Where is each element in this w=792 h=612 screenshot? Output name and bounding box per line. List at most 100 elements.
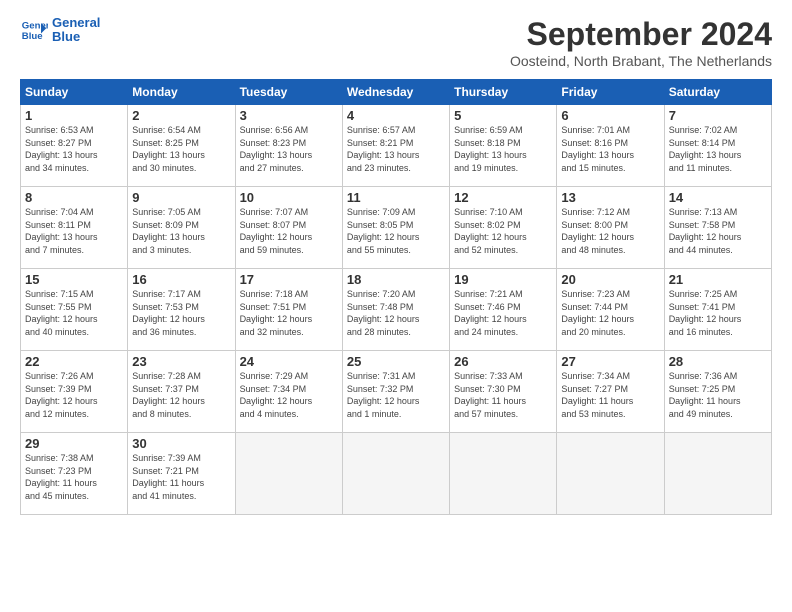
- day-number: 1: [25, 108, 123, 123]
- day-number: 9: [132, 190, 230, 205]
- calendar-cell: 26Sunrise: 7:33 AM Sunset: 7:30 PM Dayli…: [450, 351, 557, 433]
- day-info: Sunrise: 7:38 AM Sunset: 7:23 PM Dayligh…: [25, 452, 123, 502]
- calendar-week-row: 22Sunrise: 7:26 AM Sunset: 7:39 PM Dayli…: [21, 351, 772, 433]
- calendar-header: SundayMondayTuesdayWednesdayThursdayFrid…: [21, 80, 772, 105]
- calendar-cell: 2Sunrise: 6:54 AM Sunset: 8:25 PM Daylig…: [128, 105, 235, 187]
- day-info: Sunrise: 7:29 AM Sunset: 7:34 PM Dayligh…: [240, 370, 338, 420]
- calendar-cell: 20Sunrise: 7:23 AM Sunset: 7:44 PM Dayli…: [557, 269, 664, 351]
- day-info: Sunrise: 7:15 AM Sunset: 7:55 PM Dayligh…: [25, 288, 123, 338]
- weekday-header: Friday: [557, 80, 664, 105]
- day-info: Sunrise: 7:26 AM Sunset: 7:39 PM Dayligh…: [25, 370, 123, 420]
- day-info: Sunrise: 7:07 AM Sunset: 8:07 PM Dayligh…: [240, 206, 338, 256]
- logo-line1: General: [52, 16, 100, 30]
- calendar-cell: [450, 433, 557, 515]
- logo-line2: Blue: [52, 30, 100, 44]
- weekday-header: Sunday: [21, 80, 128, 105]
- day-info: Sunrise: 7:31 AM Sunset: 7:32 PM Dayligh…: [347, 370, 445, 420]
- day-number: 28: [669, 354, 767, 369]
- day-number: 25: [347, 354, 445, 369]
- calendar-cell: 6Sunrise: 7:01 AM Sunset: 8:16 PM Daylig…: [557, 105, 664, 187]
- calendar-cell: 3Sunrise: 6:56 AM Sunset: 8:23 PM Daylig…: [235, 105, 342, 187]
- day-info: Sunrise: 7:01 AM Sunset: 8:16 PM Dayligh…: [561, 124, 659, 174]
- day-info: Sunrise: 7:39 AM Sunset: 7:21 PM Dayligh…: [132, 452, 230, 502]
- calendar-week-row: 29Sunrise: 7:38 AM Sunset: 7:23 PM Dayli…: [21, 433, 772, 515]
- weekday-row: SundayMondayTuesdayWednesdayThursdayFrid…: [21, 80, 772, 105]
- day-info: Sunrise: 7:04 AM Sunset: 8:11 PM Dayligh…: [25, 206, 123, 256]
- day-number: 15: [25, 272, 123, 287]
- calendar-cell: 19Sunrise: 7:21 AM Sunset: 7:46 PM Dayli…: [450, 269, 557, 351]
- day-info: Sunrise: 7:36 AM Sunset: 7:25 PM Dayligh…: [669, 370, 767, 420]
- calendar-body: 1Sunrise: 6:53 AM Sunset: 8:27 PM Daylig…: [21, 105, 772, 515]
- day-info: Sunrise: 7:17 AM Sunset: 7:53 PM Dayligh…: [132, 288, 230, 338]
- day-number: 18: [347, 272, 445, 287]
- calendar-cell: 29Sunrise: 7:38 AM Sunset: 7:23 PM Dayli…: [21, 433, 128, 515]
- logo-icon: General Blue: [20, 16, 48, 44]
- day-info: Sunrise: 7:25 AM Sunset: 7:41 PM Dayligh…: [669, 288, 767, 338]
- calendar-cell: 13Sunrise: 7:12 AM Sunset: 8:00 PM Dayli…: [557, 187, 664, 269]
- calendar-cell: 25Sunrise: 7:31 AM Sunset: 7:32 PM Dayli…: [342, 351, 449, 433]
- day-number: 11: [347, 190, 445, 205]
- calendar-cell: 17Sunrise: 7:18 AM Sunset: 7:51 PM Dayli…: [235, 269, 342, 351]
- calendar-cell: 9Sunrise: 7:05 AM Sunset: 8:09 PM Daylig…: [128, 187, 235, 269]
- day-number: 17: [240, 272, 338, 287]
- day-info: Sunrise: 7:09 AM Sunset: 8:05 PM Dayligh…: [347, 206, 445, 256]
- day-number: 3: [240, 108, 338, 123]
- day-number: 16: [132, 272, 230, 287]
- day-info: Sunrise: 6:54 AM Sunset: 8:25 PM Dayligh…: [132, 124, 230, 174]
- header: General Blue General Blue September 2024…: [20, 16, 772, 69]
- day-info: Sunrise: 7:34 AM Sunset: 7:27 PM Dayligh…: [561, 370, 659, 420]
- day-number: 20: [561, 272, 659, 287]
- day-number: 14: [669, 190, 767, 205]
- weekday-header: Thursday: [450, 80, 557, 105]
- calendar-cell: 28Sunrise: 7:36 AM Sunset: 7:25 PM Dayli…: [664, 351, 771, 433]
- calendar-cell: 15Sunrise: 7:15 AM Sunset: 7:55 PM Dayli…: [21, 269, 128, 351]
- svg-text:Blue: Blue: [22, 31, 43, 42]
- day-number: 29: [25, 436, 123, 451]
- day-number: 5: [454, 108, 552, 123]
- calendar-cell: [342, 433, 449, 515]
- calendar-cell: 23Sunrise: 7:28 AM Sunset: 7:37 PM Dayli…: [128, 351, 235, 433]
- calendar-cell: 8Sunrise: 7:04 AM Sunset: 8:11 PM Daylig…: [21, 187, 128, 269]
- day-number: 4: [347, 108, 445, 123]
- calendar-cell: 5Sunrise: 6:59 AM Sunset: 8:18 PM Daylig…: [450, 105, 557, 187]
- day-info: Sunrise: 7:05 AM Sunset: 8:09 PM Dayligh…: [132, 206, 230, 256]
- calendar-cell: 4Sunrise: 6:57 AM Sunset: 8:21 PM Daylig…: [342, 105, 449, 187]
- weekday-header: Monday: [128, 80, 235, 105]
- day-info: Sunrise: 6:53 AM Sunset: 8:27 PM Dayligh…: [25, 124, 123, 174]
- calendar-week-row: 15Sunrise: 7:15 AM Sunset: 7:55 PM Dayli…: [21, 269, 772, 351]
- day-info: Sunrise: 6:59 AM Sunset: 8:18 PM Dayligh…: [454, 124, 552, 174]
- weekday-header: Wednesday: [342, 80, 449, 105]
- day-number: 7: [669, 108, 767, 123]
- day-number: 23: [132, 354, 230, 369]
- day-number: 13: [561, 190, 659, 205]
- weekday-header: Tuesday: [235, 80, 342, 105]
- day-info: Sunrise: 7:20 AM Sunset: 7:48 PM Dayligh…: [347, 288, 445, 338]
- day-info: Sunrise: 7:13 AM Sunset: 7:58 PM Dayligh…: [669, 206, 767, 256]
- day-number: 2: [132, 108, 230, 123]
- calendar-page: General Blue General Blue September 2024…: [0, 0, 792, 612]
- title-block: September 2024 Oosteind, North Brabant, …: [510, 16, 772, 69]
- day-number: 21: [669, 272, 767, 287]
- day-info: Sunrise: 7:21 AM Sunset: 7:46 PM Dayligh…: [454, 288, 552, 338]
- calendar-week-row: 1Sunrise: 6:53 AM Sunset: 8:27 PM Daylig…: [21, 105, 772, 187]
- day-number: 6: [561, 108, 659, 123]
- day-number: 19: [454, 272, 552, 287]
- calendar-cell: 16Sunrise: 7:17 AM Sunset: 7:53 PM Dayli…: [128, 269, 235, 351]
- calendar-cell: [557, 433, 664, 515]
- calendar-cell: [664, 433, 771, 515]
- calendar-table: SundayMondayTuesdayWednesdayThursdayFrid…: [20, 79, 772, 515]
- day-number: 10: [240, 190, 338, 205]
- calendar-cell: 22Sunrise: 7:26 AM Sunset: 7:39 PM Dayli…: [21, 351, 128, 433]
- calendar-cell: 30Sunrise: 7:39 AM Sunset: 7:21 PM Dayli…: [128, 433, 235, 515]
- day-number: 24: [240, 354, 338, 369]
- day-info: Sunrise: 7:33 AM Sunset: 7:30 PM Dayligh…: [454, 370, 552, 420]
- day-info: Sunrise: 7:23 AM Sunset: 7:44 PM Dayligh…: [561, 288, 659, 338]
- calendar-cell: 11Sunrise: 7:09 AM Sunset: 8:05 PM Dayli…: [342, 187, 449, 269]
- day-info: Sunrise: 6:57 AM Sunset: 8:21 PM Dayligh…: [347, 124, 445, 174]
- day-number: 22: [25, 354, 123, 369]
- calendar-cell: 1Sunrise: 6:53 AM Sunset: 8:27 PM Daylig…: [21, 105, 128, 187]
- calendar-cell: 21Sunrise: 7:25 AM Sunset: 7:41 PM Dayli…: [664, 269, 771, 351]
- calendar-title: September 2024: [510, 16, 772, 53]
- weekday-header: Saturday: [664, 80, 771, 105]
- calendar-cell: 24Sunrise: 7:29 AM Sunset: 7:34 PM Dayli…: [235, 351, 342, 433]
